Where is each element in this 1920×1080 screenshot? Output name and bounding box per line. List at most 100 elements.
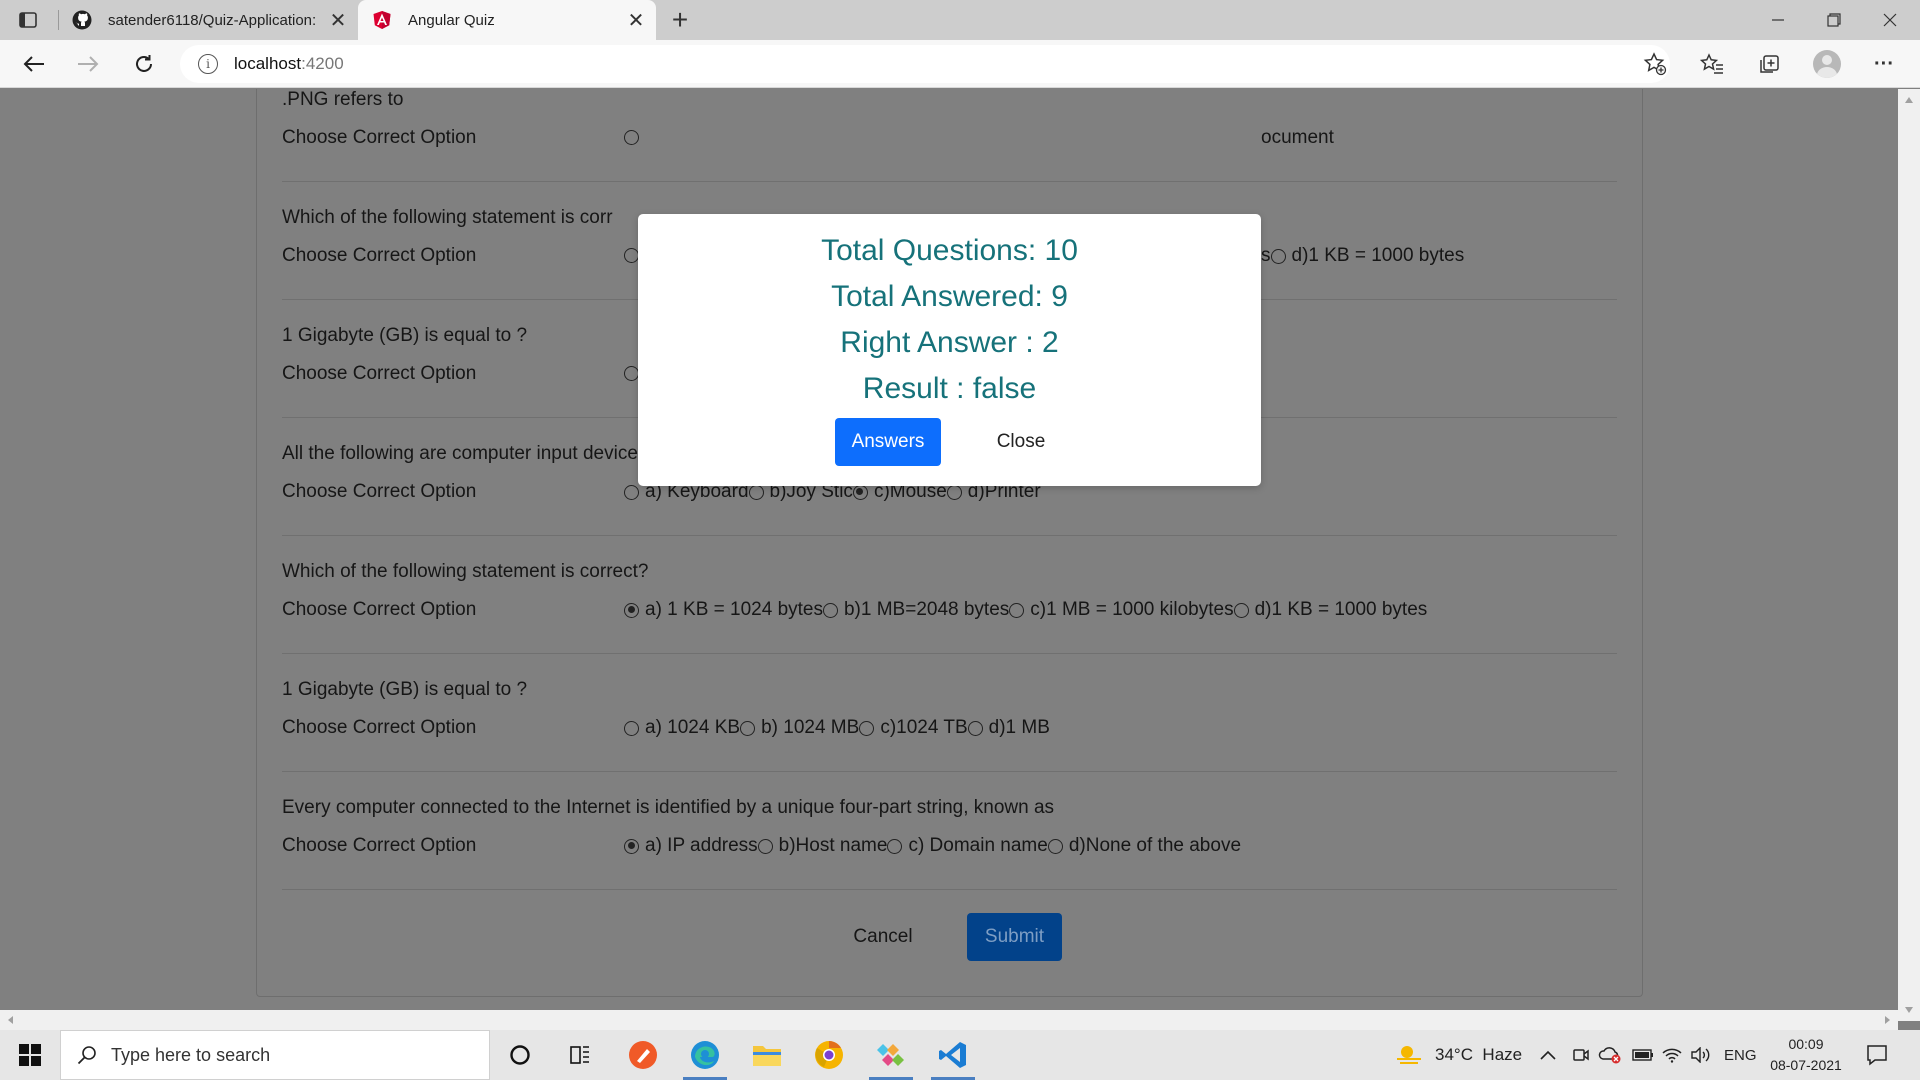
choose-option-label: Choose Correct Option <box>282 127 477 148</box>
option-item[interactable]: d)1 MB <box>967 717 1050 739</box>
submit-button[interactable]: Submit <box>967 913 1062 961</box>
option-radio[interactable] <box>967 720 983 736</box>
answers-button[interactable]: Answers <box>835 418 941 466</box>
option-radio[interactable] <box>946 484 962 500</box>
options-row <box>624 130 645 145</box>
close-tab-icon[interactable]: ✕ <box>324 6 352 34</box>
refresh-icon[interactable] <box>126 46 162 82</box>
app-icon[interactable] <box>863 1030 919 1080</box>
favorites-icon[interactable] <box>1694 46 1730 82</box>
github-icon <box>72 10 92 30</box>
close-modal-button[interactable]: Close <box>981 418 1061 466</box>
taskbar-clock[interactable]: 00:09 08-07-2021 <box>1758 1034 1854 1076</box>
weather-text: 34°C Haze <box>1435 1045 1523 1064</box>
option-item[interactable]: b)1 MB=2048 bytes <box>822 599 1009 621</box>
option-item[interactable]: c)1 MB = 1000 kilobytes <box>1009 599 1234 621</box>
vertical-scrollbar[interactable] <box>1898 89 1920 1021</box>
option-item[interactable]: a) 1024 KB <box>624 717 740 739</box>
onedrive-error-icon[interactable] <box>1598 1030 1622 1080</box>
option-radio[interactable] <box>822 602 838 618</box>
scroll-up-arrow-icon[interactable] <box>1905 97 1913 103</box>
option-radio[interactable] <box>748 484 764 500</box>
option-item[interactable]: a) 1 KB = 1024 bytes <box>624 599 823 621</box>
tab-angular-quiz[interactable]: Angular Quiz ✕ <box>358 0 656 40</box>
url-bar[interactable]: i localhost:4200 <box>180 45 1670 83</box>
option-label-fragment: ocument <box>1261 127 1334 148</box>
volume-icon[interactable] <box>1690 1030 1712 1080</box>
minimize-icon[interactable] <box>1750 0 1806 40</box>
option-radio[interactable] <box>740 720 756 736</box>
option-radio[interactable] <box>887 838 903 854</box>
option-radio[interactable] <box>624 366 639 381</box>
weather-widget[interactable]: 34°C Haze <box>1395 1030 1522 1080</box>
close-tab-icon[interactable]: ✕ <box>622 6 650 34</box>
option-item[interactable]: b) 1024 MB <box>740 717 859 739</box>
site-info-icon[interactable]: i <box>198 54 218 74</box>
option-item[interactable]: d)None of the above <box>1047 835 1241 857</box>
show-hidden-icons-icon[interactable] <box>1540 1030 1556 1080</box>
option-label-fragment: s <box>1261 245 1271 266</box>
file-explorer-icon[interactable] <box>739 1030 795 1080</box>
restore-icon[interactable] <box>1806 0 1862 40</box>
battery-icon[interactable] <box>1632 1030 1654 1080</box>
scroll-left-arrow-icon[interactable] <box>8 1016 13 1024</box>
taskbar-search-box[interactable]: Type here to search <box>60 1030 490 1080</box>
option-item[interactable]: d)1 KB = 1000 bytes <box>1270 245 1465 267</box>
option-item[interactable]: d)1 KB = 1000 bytes <box>1233 599 1427 621</box>
option-radio[interactable] <box>852 484 868 500</box>
option-radio[interactable] <box>624 248 639 263</box>
wifi-icon[interactable] <box>1662 1030 1682 1080</box>
scroll-right-arrow-icon[interactable] <box>1885 1016 1890 1024</box>
option-label: d)1 KB = 1000 bytes <box>1291 245 1465 266</box>
close-window-icon[interactable] <box>1862 0 1918 40</box>
option-radio[interactable] <box>624 720 639 736</box>
option-label: d)1 MB <box>988 717 1050 738</box>
option-item[interactable]: c) Domain name <box>887 835 1048 857</box>
search-placeholder: Type here to search <box>111 1044 271 1065</box>
option-label: c)1024 TB <box>880 717 968 738</box>
notifications-icon[interactable] <box>1866 1030 1888 1080</box>
option-radio[interactable] <box>859 720 875 736</box>
tab-github[interactable]: satender6118/Quiz-Application: ✕ <box>60 0 358 40</box>
windows-start-icon[interactable] <box>0 1030 60 1080</box>
address-toolbar: i localhost:4200 ··· <box>0 40 1920 88</box>
add-favorite-icon[interactable] <box>1637 46 1673 82</box>
option-item[interactable]: a) IP address <box>624 835 758 857</box>
language-indicator[interactable]: ENG <box>1724 1030 1757 1080</box>
tab-divider <box>58 10 59 30</box>
task-view-icon[interactable] <box>552 1030 608 1080</box>
more-options-icon[interactable]: ··· <box>1866 46 1902 82</box>
url-host: localhost <box>234 54 302 73</box>
url-port: :4200 <box>301 54 344 73</box>
option-radio[interactable] <box>1047 838 1063 854</box>
collections-icon[interactable] <box>1751 46 1787 82</box>
vscode-app-icon[interactable] <box>925 1030 981 1080</box>
profile-avatar[interactable] <box>1809 46 1845 82</box>
meet-now-icon[interactable] <box>1572 1030 1590 1080</box>
option-radio[interactable] <box>624 602 639 618</box>
option-radio[interactable] <box>1270 248 1286 264</box>
result-text: Result : false <box>862 372 1037 405</box>
horizontal-scrollbar[interactable] <box>0 1010 1898 1030</box>
angular-icon <box>372 10 392 30</box>
paint-app-icon[interactable] <box>615 1030 671 1080</box>
option-label: a) 1024 KB <box>645 717 741 738</box>
option-radio[interactable] <box>624 130 639 145</box>
tab-actions-icon[interactable] <box>14 8 42 32</box>
cancel-button[interactable]: Cancel <box>840 913 926 961</box>
option-radio[interactable] <box>624 838 639 854</box>
cortana-icon[interactable] <box>492 1030 548 1080</box>
option-item[interactable]: c)1024 TB <box>859 717 968 739</box>
choose-option-label: Choose Correct Option <box>282 835 477 856</box>
scroll-down-arrow-icon[interactable] <box>1905 1007 1913 1013</box>
back-arrow-icon[interactable] <box>16 46 52 82</box>
option-item[interactable]: b)Host name <box>757 835 887 857</box>
forward-arrow-icon[interactable] <box>70 46 106 82</box>
option-radio[interactable] <box>1009 602 1025 618</box>
option-radio[interactable] <box>757 838 773 854</box>
new-tab-button[interactable]: + <box>664 4 696 36</box>
chrome-canary-icon[interactable] <box>801 1030 857 1080</box>
option-radio[interactable] <box>624 484 639 500</box>
edge-app-icon[interactable] <box>677 1030 733 1080</box>
option-radio[interactable] <box>1233 602 1249 618</box>
